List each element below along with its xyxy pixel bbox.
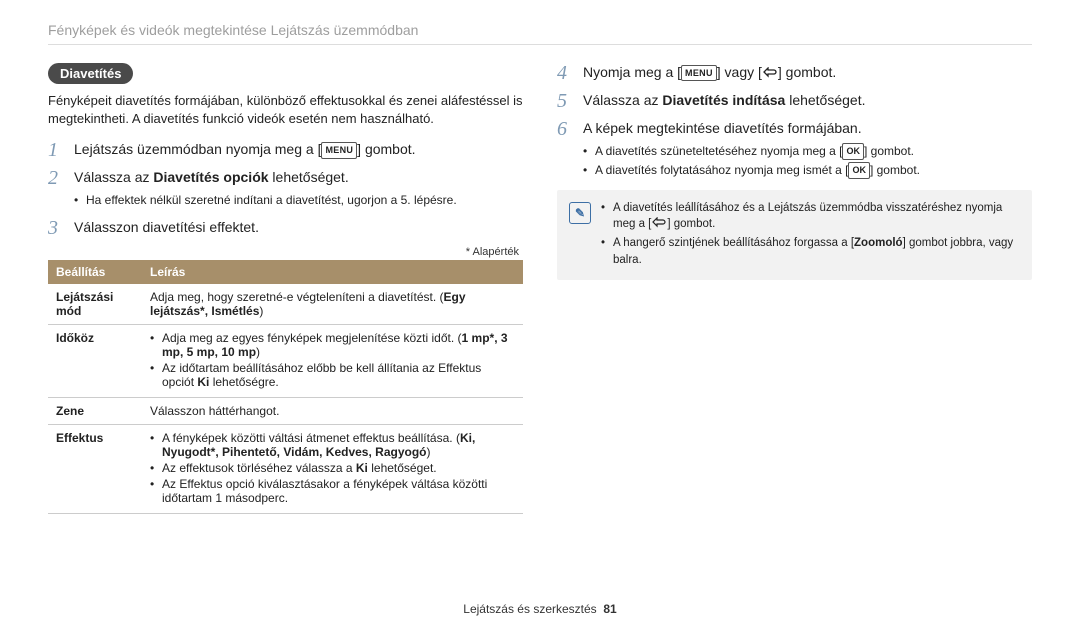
row-key: Effektus [48,424,142,513]
section-intro: Fényképeit diavetítés formájában, különb… [48,92,523,128]
footer-text: Lejátszás és szerkesztés [463,602,596,616]
step-number: 4 [557,63,575,83]
step-number: 6 [557,119,575,139]
step-6-text: A képek megtekintése diavetítés formájáb… [583,119,1032,138]
steps-list-left: 1 Lejátszás üzemmódban nyomja meg a [MEN… [48,140,523,237]
row-desc: Adja meg az egyes fényképek megjelenítés… [142,324,523,397]
table-header-col1: Beállítás [48,260,142,284]
note-item: A diavetítés leállításához és a Lejátszá… [601,200,1020,233]
step-6-sub-item: A diavetítés szüneteltetéséhez nyomja me… [583,143,1032,160]
menu-icon: MENU [681,65,717,81]
row-desc: Válasszon háttérhangot. [142,397,523,424]
step-number: 3 [48,218,66,238]
table-row: Lejátszási mód Adja meg, hogy szeretné-e… [48,284,523,325]
section-badge: Diavetítés [48,63,133,84]
step-number: 2 [48,168,66,188]
right-column: 4 Nyomja meg a [MENU] vagy [] gombot. 5 … [557,63,1032,514]
row-key: Zene [48,397,142,424]
left-column: Diavetítés Fényképeit diavetítés formájá… [48,63,523,514]
table-row: Effektus A fényképek közötti váltási átm… [48,424,523,513]
content-area: Diavetítés Fényképeit diavetítés formájá… [48,63,1032,514]
table-row: Zene Válasszon háttérhangot. [48,397,523,424]
step-5-text: Válassza az Diavetítés indítása lehetősé… [583,91,1032,110]
step-2-text: Válassza az Diavetítés opciók lehetősége… [74,168,523,187]
row-desc: A fényképek közötti váltási átmenet effe… [142,424,523,513]
page-footer: Lejátszás és szerkesztés 81 [0,602,1080,616]
row-desc: Adja meg, hogy szeretné-e végteleníteni … [142,284,523,325]
step-6-sub: A diavetítés szüneteltetéséhez nyomja me… [557,143,1032,180]
table-header-col2: Leírás [142,260,523,284]
table-row: Időköz Adja meg az egyes fényképek megje… [48,324,523,397]
note-item: A hangerő szintjének beállításához forga… [601,235,1020,268]
step-2-sub-item: Ha effektek nélkül szeretné indítani a d… [74,192,523,209]
step-3-text: Válasszon diavetítési effektet. [74,218,523,237]
steps-list-right: 4 Nyomja meg a [MENU] vagy [] gombot. 5 … [557,63,1032,180]
page-number: 81 [603,602,616,616]
step-6-sub-item: A diavetítés folytatásához nyomja meg is… [583,162,1032,179]
step-4-text: Nyomja meg a [MENU] vagy [] gombot. [583,63,1032,82]
back-icon [651,216,667,233]
note-list: A diavetítés leállításához és a Lejátszá… [601,200,1020,271]
ok-icon: OK [842,143,864,160]
page: Fényképek és videók megtekintése Lejátsz… [0,0,1080,630]
header-title: Fényképek és videók megtekintése Lejátsz… [48,22,418,38]
ok-icon: OK [848,162,870,179]
step-2-sub: Ha effektek nélkül szeretné indítani a d… [48,192,523,209]
default-value-note: * Alapérték [48,246,523,258]
step-1-text: Lejátszás üzemmódban nyomja meg a [MENU]… [74,140,523,159]
note-box: ✎ A diavetítés leállításához és a Lejáts… [557,190,1032,281]
page-header: Fényképek és videók megtekintése Lejátsz… [48,22,1032,45]
row-key: Időköz [48,324,142,397]
menu-icon: MENU [321,142,357,158]
row-key: Lejátszási mód [48,284,142,325]
note-icon: ✎ [569,202,591,224]
step-number: 5 [557,91,575,111]
back-icon [762,63,778,82]
step-number: 1 [48,140,66,160]
options-table: Beállítás Leírás Lejátszási mód Adja meg… [48,260,523,514]
